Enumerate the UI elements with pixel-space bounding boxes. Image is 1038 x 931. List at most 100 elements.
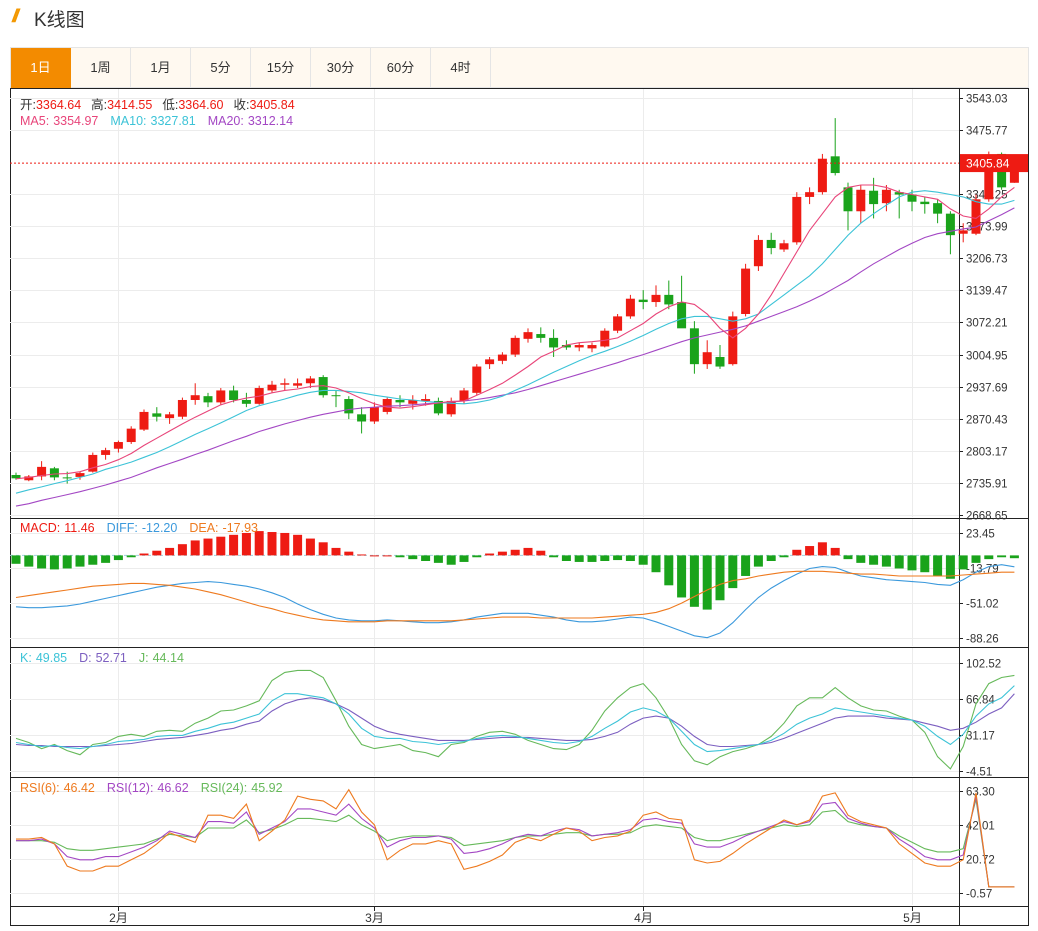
macd-bar <box>728 555 738 589</box>
info-row: 开:3364.64 高:3414.55 低:3364.60 收:3405.84 <box>20 97 295 112</box>
candle-body <box>139 411 149 430</box>
macd-bar <box>369 555 379 557</box>
kdj-info-row: K: 49.85 D: 52.71 J: 44.14 <box>20 651 184 665</box>
macd-bar <box>344 551 354 556</box>
macd-bar <box>651 555 661 573</box>
macd-bar <box>446 555 456 565</box>
macd-bar <box>1009 555 1019 559</box>
candle-body <box>203 396 213 403</box>
macd-bar <box>856 555 866 563</box>
rsi12-line <box>16 795 1015 888</box>
macd-bar <box>331 547 341 556</box>
tab-1d[interactable]: 1日 <box>11 48 71 88</box>
chart-frame <box>10 88 1029 926</box>
candle-body <box>369 407 379 422</box>
macd-bar <box>894 555 904 569</box>
candle-body <box>638 299 648 303</box>
candle-body <box>664 294 674 305</box>
macd-bar <box>779 555 789 558</box>
tab-1m[interactable]: 1月 <box>131 48 191 88</box>
j-line <box>15 669 1015 770</box>
macd-bar <box>395 555 405 558</box>
rsi12-label: RSI(12): <box>107 781 154 795</box>
macd-bar <box>766 555 776 561</box>
candle-body <box>958 230 968 234</box>
candle-body <box>728 316 738 365</box>
macd-bar <box>203 538 213 556</box>
kline-chart-svg[interactable]: 3543.033475.773341.253273.993206.733139.… <box>10 88 1029 926</box>
macd-bar <box>267 532 277 556</box>
time-axis-label: 5月 <box>903 911 922 925</box>
candle-body <box>523 332 533 339</box>
tab-5min[interactable]: 5分 <box>191 48 251 88</box>
candle-body <box>126 428 136 443</box>
candle-body <box>165 414 175 419</box>
tab-30min[interactable]: 30分 <box>311 48 371 88</box>
macd-bar <box>459 555 469 562</box>
macd-bar <box>293 534 303 556</box>
macd-bar <box>536 550 546 556</box>
low-value: 3364.60 <box>178 98 223 112</box>
macd-bar <box>933 555 943 576</box>
tab-15min[interactable]: 15分 <box>251 48 311 88</box>
candle-body <box>677 302 687 329</box>
macd-bar <box>190 540 200 556</box>
open-label: 开: <box>20 98 36 112</box>
candle-body <box>536 334 546 338</box>
candle-body <box>830 156 840 174</box>
j-label: J: <box>139 651 149 665</box>
candle-body <box>613 316 623 331</box>
dea-value: -17.93 <box>223 521 258 535</box>
macd-bar <box>126 555 136 558</box>
diff-line <box>15 564 1015 639</box>
candle-body <box>574 345 584 348</box>
candle-body <box>49 468 59 478</box>
candle-body <box>305 378 315 384</box>
candle-body <box>101 450 111 455</box>
time-axis-label: 3月 <box>365 911 384 925</box>
candle-body <box>600 330 610 347</box>
d-label: D: <box>79 651 92 665</box>
macd-bar <box>165 547 175 556</box>
macd-bar <box>613 555 623 561</box>
macd-bar <box>485 553 495 556</box>
candle-body <box>702 352 712 365</box>
macd-bar <box>216 536 226 556</box>
macd-bar <box>830 547 840 556</box>
macd-bar <box>472 555 482 558</box>
candle-body <box>856 189 866 212</box>
k-line <box>15 685 1015 753</box>
k-label: K: <box>20 651 32 665</box>
tab-1w[interactable]: 1周 <box>71 48 131 88</box>
macd-bar <box>638 555 648 565</box>
candle-body <box>152 413 162 417</box>
macd-bar <box>229 534 239 556</box>
candle-body <box>510 337 520 355</box>
candle-body <box>805 192 815 197</box>
rsi6-line <box>16 788 1015 888</box>
rsi24-label: RSI(24): <box>201 781 248 795</box>
price-axis-tick-label: 3004.95 <box>966 351 1008 363</box>
candle-body <box>216 390 226 403</box>
macd-bar <box>625 555 635 561</box>
j-value: 44.14 <box>153 651 184 665</box>
ma20-value: 3312.14 <box>248 114 293 128</box>
macd-bar <box>677 555 687 598</box>
kline-chart-area[interactable]: 3543.033475.773341.253273.993206.733139.… <box>10 88 1029 926</box>
candle-body <box>689 328 699 365</box>
candle-body <box>485 359 495 365</box>
tab-60min[interactable]: 60分 <box>371 48 431 88</box>
macd-bar <box>715 555 725 601</box>
candle-body <box>920 201 930 205</box>
macd-bar <box>37 555 47 569</box>
page-title: K线图 <box>34 10 85 31</box>
rsi-axis-tick-label: 20.72 <box>966 855 995 867</box>
rsi24-value: 45.92 <box>251 781 282 795</box>
high-value: 3414.55 <box>107 98 152 112</box>
diff-label: DIFF: <box>107 521 138 535</box>
macd-bar <box>587 555 597 562</box>
high-label: 高: <box>91 97 107 112</box>
macd-histogram <box>11 531 1019 610</box>
tab-4h[interactable]: 4时 <box>431 48 491 88</box>
macd-axis-tick-label: -88.26 <box>966 634 999 646</box>
